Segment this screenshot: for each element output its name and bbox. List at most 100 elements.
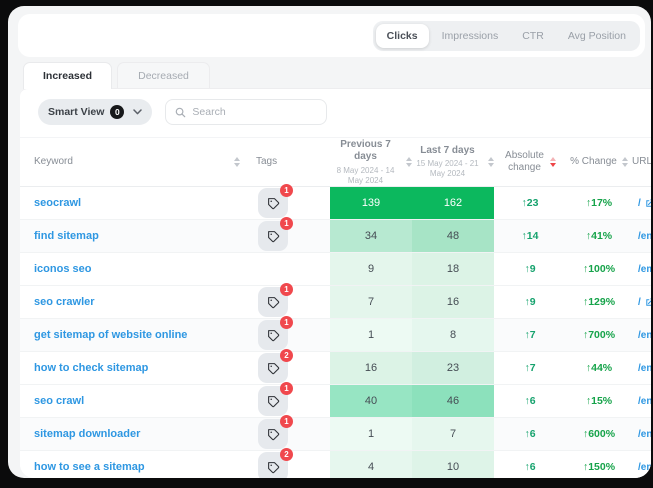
url-text: /	[638, 297, 641, 308]
table-row: get sitemap of website online 1 1 8 ↑7 ↑…	[20, 319, 651, 352]
column-header-percent-change[interactable]: % Change	[566, 156, 632, 169]
table-row: seo crawl 1 40 46 ↑6 ↑15%	[20, 385, 651, 418]
search-box[interactable]	[165, 99, 327, 125]
percent-change-value: ↑150%	[566, 451, 632, 478]
tab-impressions[interactable]: Impressions	[431, 24, 510, 48]
tag-chip[interactable]: 1	[258, 320, 288, 350]
tag-chip[interactable]: 1	[258, 386, 288, 416]
url-link[interactable]: /	[638, 297, 651, 308]
chevron-down-icon	[133, 109, 142, 115]
percent-change-value: ↑700%	[566, 319, 632, 351]
view-tabbar: Increased Decreased	[23, 62, 651, 88]
last-value-cell: 162	[412, 187, 494, 219]
tag-count-badge: 1	[280, 382, 293, 395]
url-text: /em/	[638, 264, 651, 275]
url-link[interactable]: /	[638, 198, 651, 209]
sort-icon-active[interactable]	[550, 157, 556, 167]
tags-header-label: Tags	[256, 156, 277, 169]
keyword-link[interactable]: how to see a sitemap	[34, 461, 145, 473]
keyword-link[interactable]: seo crawl	[34, 395, 84, 407]
keyword-link[interactable]: iconos seo	[34, 263, 91, 275]
previous-header-label: Previous 7 days8 May 2024 - 14 May 2024	[330, 139, 401, 186]
tab-decreased[interactable]: Decreased	[117, 62, 210, 88]
tag-count-badge: 2	[280, 448, 293, 461]
absolute-change-value: ↑9	[494, 286, 566, 318]
url-link[interactable]: /en/	[638, 363, 651, 374]
smart-view-dropdown[interactable]: Smart View 0	[38, 99, 152, 125]
table-panel: Smart View 0 Keyword	[20, 88, 651, 478]
table-row: iconos seo 9 18 ↑9 ↑100%	[20, 253, 651, 286]
tag-chip[interactable]: 1	[258, 188, 288, 218]
search-input[interactable]	[192, 106, 317, 118]
url-link[interactable]: /em/	[638, 264, 651, 275]
previous-value-cell: 4	[330, 451, 412, 478]
table-row: how to check sitemap 2 16 23 ↑7 ↑44%	[20, 352, 651, 385]
url-link[interactable]: /en/	[638, 396, 651, 407]
column-header-last[interactable]: Last 7 days15 May 2024 - 21 May 2024	[412, 145, 494, 180]
keyword-link[interactable]: seo crawler	[34, 296, 95, 308]
percent-change-value: ↑15%	[566, 385, 632, 417]
percent-change-value: ↑100%	[566, 253, 632, 285]
column-header-tags: Tags	[256, 156, 330, 169]
url-link[interactable]: /en/	[638, 429, 651, 440]
table-row: find sitemap 1 34 48 ↑14 ↑41%	[20, 220, 651, 253]
previous-value-cell: 9	[330, 253, 412, 285]
previous-value-cell: 34	[330, 220, 412, 252]
tag-count-badge: 1	[280, 415, 293, 428]
url-link[interactable]: /en/	[638, 462, 651, 473]
absolute-change-value: ↑23	[494, 187, 566, 219]
keyword-header-label: Keyword	[34, 156, 73, 169]
tag-chip[interactable]: 1	[258, 287, 288, 317]
keyword-link[interactable]: how to check sitemap	[34, 362, 148, 374]
last-value-cell: 18	[412, 253, 494, 285]
tag-icon	[267, 428, 280, 441]
last-value-cell: 16	[412, 286, 494, 318]
column-header-absolute-change[interactable]: Absolute change	[494, 150, 566, 175]
tag-chip[interactable]: 1	[258, 419, 288, 449]
url-link[interactable]: /en/	[638, 330, 651, 341]
url-text: /en/	[638, 231, 651, 242]
tab-clicks[interactable]: Clicks	[376, 24, 429, 48]
tag-count-badge: 1	[280, 283, 293, 296]
url-link[interactable]: /en/	[638, 231, 651, 242]
column-header-url[interactable]: URL	[632, 156, 651, 169]
url-text: /en/	[638, 396, 651, 407]
tag-icon	[267, 197, 280, 210]
percent-change-value: ↑129%	[566, 286, 632, 318]
column-header-previous[interactable]: Previous 7 days8 May 2024 - 14 May 2024	[330, 139, 412, 186]
top-toolbar: Clicks Impressions CTR Avg Position	[18, 14, 645, 57]
column-header-keyword[interactable]: Keyword	[34, 156, 256, 169]
url-header-label: URL	[632, 156, 651, 169]
search-icon	[175, 107, 186, 118]
sort-icon[interactable]	[622, 157, 628, 167]
external-link-icon	[644, 297, 651, 308]
table-row: sitemap downloader 1 1 7 ↑6 ↑600%	[20, 418, 651, 451]
keyword-link[interactable]: find sitemap	[34, 230, 99, 242]
content-card: Increased Decreased Smart View 0	[20, 62, 651, 478]
tab-avg-position[interactable]: Avg Position	[557, 24, 637, 48]
absolute-change-value: ↑6	[494, 418, 566, 450]
percent-header-label: % Change	[570, 156, 617, 169]
tab-increased[interactable]: Increased	[23, 62, 112, 89]
smart-view-count-badge: 0	[110, 105, 124, 119]
keyword-link[interactable]: get sitemap of website online	[34, 329, 187, 341]
tag-icon	[267, 296, 280, 309]
previous-value-cell: 1	[330, 418, 412, 450]
tag-icon	[267, 230, 280, 243]
tab-ctr[interactable]: CTR	[511, 24, 555, 48]
tag-chip[interactable]: 2	[258, 353, 288, 383]
keyword-link[interactable]: sitemap downloader	[34, 428, 140, 440]
previous-value-cell: 1	[330, 319, 412, 351]
tag-chip[interactable]: 1	[258, 221, 288, 251]
absolute-header-label: Absolute change	[505, 150, 545, 175]
tag-icon	[267, 362, 280, 375]
sort-icon[interactable]	[234, 157, 240, 167]
url-text: /en/	[638, 462, 651, 473]
percent-change-value: ↑44%	[566, 352, 632, 384]
keyword-link[interactable]: seocrawl	[34, 197, 81, 209]
tag-icon	[267, 461, 280, 474]
previous-value-cell: 139	[330, 187, 412, 219]
tag-chip[interactable]: 2	[258, 452, 288, 478]
tag-count-badge: 1	[280, 217, 293, 230]
url-text: /en/	[638, 429, 651, 440]
